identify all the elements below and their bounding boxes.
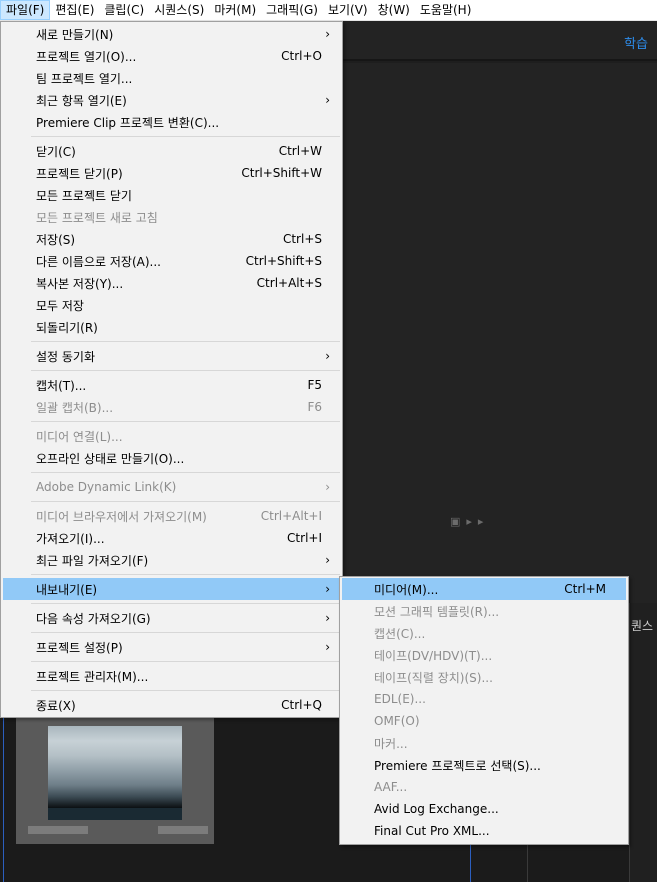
export-menu-item-final-cut-pro-xml[interactable]: Final Cut Pro XML... [342, 820, 626, 842]
file-menu-item-new[interactable]: 새로 만들기(N) › [3, 23, 340, 45]
menu-separator [31, 603, 340, 604]
menu-help[interactable]: 도움말(H) [415, 0, 477, 20]
file-menu-item-save-all[interactable]: 모두 저장 [3, 294, 340, 316]
export-submenu: 미디어(M)... Ctrl+M 모션 그래픽 템플릿(R)... 캡션(C).… [339, 576, 629, 845]
panel-focus-border [3, 718, 4, 882]
menu-separator [31, 501, 340, 502]
file-menu-item-revert[interactable]: 되돌리기(R) [3, 316, 340, 338]
menu-separator [31, 136, 340, 137]
monitor-controls: ▣▸▸ [450, 515, 489, 528]
menu-sequence[interactable]: 시퀀스(S) [149, 0, 209, 20]
submenu-arrow-icon: › [325, 27, 330, 41]
file-menu-item-save-copy[interactable]: 복사본 저장(Y)... Ctrl+Alt+S [3, 272, 340, 294]
thumbnail-duration-blurred [158, 826, 208, 834]
menu-clip[interactable]: 클립(C) [99, 0, 149, 20]
menu-separator [31, 632, 340, 633]
submenu-arrow-icon: › [325, 93, 330, 107]
file-menu-item-close-all-projects[interactable]: 모든 프로젝트 닫기 [3, 184, 340, 206]
export-menu-item-tape-dv-hdv[interactable]: 테이프(DV/HDV)(T)... [342, 644, 626, 666]
media-thumbnail[interactable] [16, 718, 214, 844]
file-menu-item-open-team-project[interactable]: 팀 프로젝트 열기... [3, 67, 340, 89]
file-menu-item-open-recent[interactable]: 최근 항목 열기(E) › [3, 89, 340, 111]
export-menu-item-selection-as-premiere-project[interactable]: Premiere 프로젝트로 선택(S)... [342, 754, 626, 776]
menu-marker[interactable]: 마커(M) [209, 0, 261, 20]
menu-separator [31, 421, 340, 422]
submenu-arrow-icon: › [325, 480, 330, 494]
file-menu-item-capture[interactable]: 캡처(T)... F5 [3, 374, 340, 396]
submenu-arrow-icon: › [325, 582, 330, 596]
thumbnail-image [48, 726, 182, 808]
file-menu-item-import-recent-file[interactable]: 최근 파일 가져오기(F) › [3, 549, 340, 571]
submenu-arrow-icon: › [325, 640, 330, 654]
export-menu-item-motion-graphics-template[interactable]: 모션 그래픽 템플릿(R)... [342, 600, 626, 622]
source-monitor-panel [343, 63, 657, 603]
export-menu-item-tape-serial-device[interactable]: 테이프(직렬 장치)(S)... [342, 666, 626, 688]
file-menu-item-import-from-media-browser[interactable]: 미디어 브라우저에서 가져오기(M) Ctrl+Alt+I [3, 505, 340, 527]
file-menu-item-convert-premiere-clip[interactable]: Premiere Clip 프로젝트 변환(C)... [3, 111, 340, 133]
submenu-arrow-icon: › [325, 553, 330, 567]
file-menu-item-close-project[interactable]: 프로젝트 닫기(P) Ctrl+Shift+W [3, 162, 340, 184]
menu-separator [31, 341, 340, 342]
menu-separator [31, 370, 340, 371]
learn-workspace-tab[interactable]: 학습 [624, 33, 648, 52]
safe-margin-icon[interactable]: ▣ [450, 515, 466, 528]
file-menu-item-sync-settings[interactable]: 설정 동기화 › [3, 345, 340, 367]
submenu-arrow-icon: › [325, 349, 330, 363]
thumbnail-bar [48, 808, 182, 820]
export-menu-item-media[interactable]: 미디어(M)... Ctrl+M [342, 578, 626, 600]
menu-bar: 파일(F) 편집(E) 클립(C) 시퀀스(S) 마커(M) 그래픽(G) 보기… [0, 0, 657, 21]
file-menu-item-export[interactable]: 내보내기(E) › [3, 578, 340, 600]
export-menu-item-markers[interactable]: 마커... [342, 732, 626, 754]
menu-edit[interactable]: 편집(E) [50, 0, 99, 20]
file-menu-item-get-properties-for[interactable]: 다음 속성 가져오기(G) › [3, 607, 340, 629]
file-menu-item-open-project[interactable]: 프로젝트 열기(O)... Ctrl+O [3, 45, 340, 67]
export-menu-item-captions[interactable]: 캡션(C)... [342, 622, 626, 644]
menu-separator [31, 661, 340, 662]
file-menu-item-project-manager[interactable]: 프로젝트 관리자(M)... [3, 665, 340, 687]
menu-separator [31, 690, 340, 691]
file-menu-item-make-offline[interactable]: 오프라인 상태로 만들기(O)... [3, 447, 340, 469]
submenu-arrow-icon: › [325, 611, 330, 625]
workspace-tab-strip [343, 21, 657, 61]
file-menu-item-save-as[interactable]: 다른 이름으로 저장(A)... Ctrl+Shift+S [3, 250, 340, 272]
thumbnail-caption-blurred [28, 826, 88, 834]
file-menu-item-link-media[interactable]: 미디어 연결(L)... [3, 425, 340, 447]
menu-graphics[interactable]: 그래픽(G) [261, 0, 323, 20]
timeline-panel [629, 603, 657, 882]
step-forward-icon[interactable]: ▸▸ [466, 515, 489, 528]
export-menu-item-edl[interactable]: EDL(E)... [342, 688, 626, 710]
menu-separator [31, 574, 340, 575]
file-menu-item-batch-capture[interactable]: 일괄 캡처(B)... F6 [3, 396, 340, 418]
file-menu: 새로 만들기(N) › 프로젝트 열기(O)... Ctrl+O 팀 프로젝트 … [0, 21, 343, 718]
panel-focus-border [470, 843, 471, 882]
file-menu-item-save[interactable]: 저장(S) Ctrl+S [3, 228, 340, 250]
sequence-tab-label[interactable]: 퀀스 [631, 617, 653, 634]
export-menu-item-omf[interactable]: OMF(O) [342, 710, 626, 732]
menu-view[interactable]: 보기(V) [323, 0, 373, 20]
menu-file[interactable]: 파일(F) [0, 0, 51, 20]
panel-divider [527, 843, 528, 882]
file-menu-item-refresh-all-projects[interactable]: 모든 프로젝트 새로 고침 [3, 206, 340, 228]
menu-separator [31, 472, 340, 473]
file-menu-item-close[interactable]: 닫기(C) Ctrl+W [3, 140, 340, 162]
menu-window[interactable]: 창(W) [373, 0, 415, 20]
file-menu-item-exit[interactable]: 종료(X) Ctrl+Q [3, 694, 340, 716]
file-menu-item-import[interactable]: 가져오기(I)... Ctrl+I [3, 527, 340, 549]
export-menu-item-aaf[interactable]: AAF... [342, 776, 626, 798]
file-menu-item-dynamic-link[interactable]: Adobe Dynamic Link(K) › [3, 476, 340, 498]
export-menu-item-avid-log-exchange[interactable]: Avid Log Exchange... [342, 798, 626, 820]
file-menu-item-project-settings[interactable]: 프로젝트 설정(P) › [3, 636, 340, 658]
